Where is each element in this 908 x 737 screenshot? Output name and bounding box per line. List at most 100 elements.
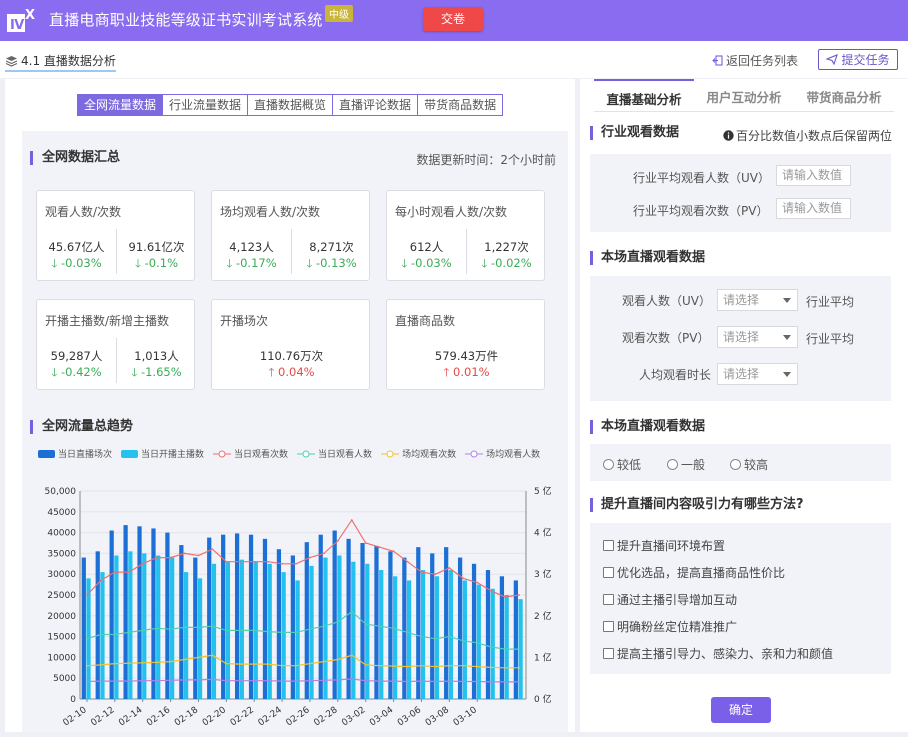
x-tick-label: 03-04	[368, 705, 395, 728]
card-value: 1,227次	[484, 240, 529, 254]
tab-product-analysis[interactable]: 带货商品分析	[794, 79, 894, 111]
series-point	[504, 681, 506, 683]
series-point	[141, 629, 144, 632]
series-point	[100, 579, 102, 582]
checkbox-products[interactable]: 优化选品，提高直播商品性价比	[603, 564, 785, 581]
series-point	[127, 631, 130, 634]
series-point	[378, 680, 381, 683]
series-point	[281, 680, 283, 683]
bar	[448, 570, 454, 699]
bar	[248, 534, 254, 699]
series-point	[169, 556, 172, 559]
session-uv-select[interactable]: 请选择	[717, 289, 798, 311]
series-point	[295, 664, 297, 667]
y-left-tick-label: 35000	[47, 549, 76, 559]
legend-item[interactable]: 当日直播场次	[38, 447, 112, 460]
series-point	[323, 552, 325, 555]
series-point	[267, 663, 270, 665]
series-point	[420, 571, 423, 574]
series-point	[392, 550, 395, 553]
card-change: 🡓 -0.42%	[51, 365, 102, 379]
series-point	[86, 637, 88, 640]
x-tick-label: 02-12	[89, 705, 116, 728]
tab-industry-traffic[interactable]: 行业流量数据	[162, 94, 249, 116]
submit-task-button[interactable]: 提交任务	[818, 49, 898, 70]
tab-basic-analysis[interactable]: 直播基础分析	[594, 79, 694, 111]
series-point	[309, 679, 311, 682]
back-to-tasks-link[interactable]: 返回任务列表	[712, 52, 798, 69]
checkbox-host[interactable]: 提高主播引导力、感染力、亲和力和颜值	[603, 645, 833, 662]
series-point	[183, 658, 186, 661]
card-change: 🡑 0.04%	[268, 365, 315, 379]
series-point	[169, 660, 172, 663]
bar	[346, 538, 351, 699]
series-point	[225, 662, 228, 665]
legend-item[interactable]: 场均观看次数	[381, 447, 456, 460]
bar	[430, 553, 435, 699]
x-tick-label: 02-24	[257, 705, 284, 728]
session-pv-label: 观看次数（PV）	[622, 331, 710, 345]
checkbox-environment[interactable]: 提升直播间环境布置	[603, 537, 725, 554]
series-point	[350, 610, 353, 613]
checkbox-targeting[interactable]: 明确粉丝定位精准推广	[603, 618, 737, 635]
checkbox-square	[603, 540, 614, 551]
checkbox-interaction[interactable]: 通过主播引导增加互动	[603, 591, 737, 608]
radio-medium[interactable]: 一般	[667, 456, 705, 473]
level-badge: 中级	[325, 5, 353, 22]
series-point	[434, 665, 437, 668]
legend-item[interactable]: 当日观看次数	[213, 447, 288, 460]
card-value: 45.67亿人	[48, 240, 105, 254]
chevron-down-icon	[783, 335, 791, 340]
x-tick-label: 02-10	[62, 705, 89, 728]
y-right-tick-label: 2 亿	[534, 610, 552, 622]
breadcrumb: 4.1 直播数据分析	[5, 52, 116, 72]
series-point	[113, 662, 116, 665]
bar	[128, 551, 133, 699]
series-point	[267, 679, 270, 682]
tab-product-data[interactable]: 带货商品数据	[417, 94, 504, 116]
tab-network-traffic[interactable]: 全网流量数据	[77, 94, 164, 116]
tab-live-comments[interactable]: 直播评论数据	[332, 94, 419, 116]
x-tick-label: 02-26	[285, 705, 312, 728]
confirm-button[interactable]: 确定	[711, 697, 771, 723]
bar	[309, 565, 314, 699]
series-point	[113, 571, 116, 574]
session-rating-box: 较低 一般 较高	[590, 444, 891, 481]
series-point	[155, 661, 158, 664]
series-point	[462, 639, 465, 642]
x-tick-label: 02-28	[312, 705, 339, 728]
submit-task-label: 提交任务	[841, 53, 890, 67]
legend-item[interactable]: 当日观看人数	[297, 447, 372, 460]
bar	[457, 557, 463, 699]
session-rating-title: 本场直播观看数据	[590, 420, 705, 434]
legend-item[interactable]: 当日开播主播数	[121, 447, 204, 460]
card-value: 91.61亿次	[128, 240, 185, 254]
session-box: 观看人数（UV） 请选择 行业平均 观看次数（PV） 请选择 行业平均 人均观看…	[590, 276, 891, 401]
arrow-down-icon: 🡓	[51, 365, 58, 379]
series-point	[183, 678, 186, 681]
y-right-tick-label: 1 亿	[534, 651, 552, 663]
app-title: 直播电商职业技能等级证书实训考试系统	[49, 11, 323, 29]
session-uv-label: 观看人数（UV）	[622, 294, 711, 308]
series-point	[462, 680, 465, 683]
series-point	[364, 623, 367, 626]
submit-exam-button[interactable]: 交卷	[423, 7, 483, 31]
series-point	[518, 648, 520, 650]
industry-pv-input[interactable]: 请输入数值	[776, 198, 851, 219]
tab-live-overview[interactable]: 直播数据概览	[247, 94, 334, 116]
series-point	[197, 554, 200, 557]
avg-duration-select[interactable]: 请选择	[717, 363, 798, 385]
card-change: 🡓 -0.13%	[306, 256, 357, 270]
series-point	[518, 666, 520, 669]
legend-item[interactable]: 场均观看人数	[465, 447, 540, 460]
session-pv-select[interactable]: 请选择	[717, 326, 798, 348]
series-point	[490, 666, 493, 669]
arrow-down-icon: 🡓	[134, 256, 141, 270]
radio-low[interactable]: 较低	[603, 456, 641, 473]
y-left-tick-label: 5000	[53, 674, 76, 684]
series-point	[504, 648, 506, 650]
radio-high[interactable]: 较高	[730, 456, 768, 473]
industry-uv-input[interactable]: 请输入数值	[776, 165, 851, 186]
tab-user-interaction[interactable]: 用户互动分析	[694, 79, 794, 111]
series-point	[113, 633, 116, 636]
